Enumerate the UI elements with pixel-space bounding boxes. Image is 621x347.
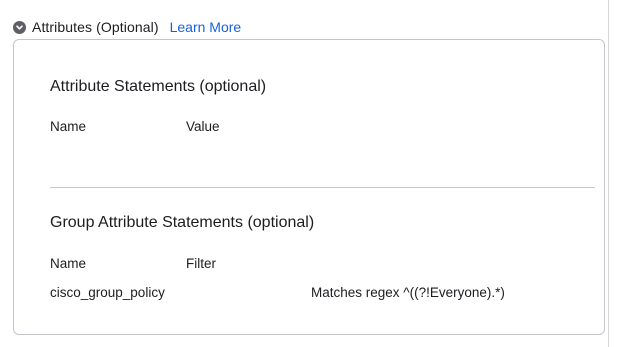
group-name-column-header: Name	[50, 256, 87, 271]
chevron-down-icon[interactable]	[13, 20, 26, 34]
scroll-edge	[608, 0, 609, 347]
group-attribute-name: cisco_group_policy	[50, 285, 165, 300]
learn-more-link[interactable]: Learn More	[170, 18, 242, 36]
attribute-value-column-header: Value	[186, 119, 220, 134]
group-attribute-filter: Matches regex ^((?!Everyone).*)	[311, 285, 505, 300]
attributes-panel: Attribute Statements (optional) Name Val…	[13, 39, 605, 335]
group-attribute-statements-title: Group Attribute Statements (optional)	[50, 214, 315, 231]
attributes-section-header: Attributes (Optional) Learn More	[13, 18, 241, 36]
section-divider	[50, 187, 595, 188]
attribute-name-column-header: Name	[50, 119, 87, 134]
section-title[interactable]: Attributes (Optional)	[32, 18, 159, 36]
attribute-statements-title: Attribute Statements (optional)	[50, 78, 267, 95]
group-filter-column-header: Filter	[186, 256, 216, 271]
attributes-section-page: Attributes (Optional) Learn More Attribu…	[0, 0, 621, 347]
